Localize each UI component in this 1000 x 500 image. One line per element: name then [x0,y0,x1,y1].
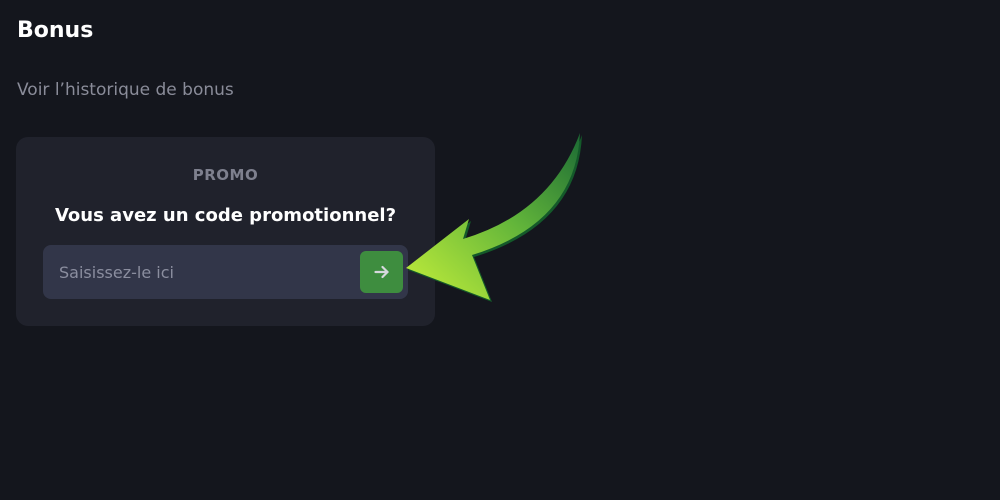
promo-card: PROMO Vous avez un code promotionnel? [16,137,435,326]
promo-question: Vous avez un code promotionnel? [54,205,397,226]
arrow-right-icon [373,263,391,281]
green-pointer-arrow-icon [406,133,582,302]
promo-code-field [43,245,408,299]
promo-code-input[interactable] [43,245,353,299]
promo-label: PROMO [192,166,259,184]
bonus-history-link[interactable]: Voir l’historique de bonus [17,78,234,102]
promo-submit-button[interactable] [360,251,403,293]
page-title: Bonus [17,18,94,43]
